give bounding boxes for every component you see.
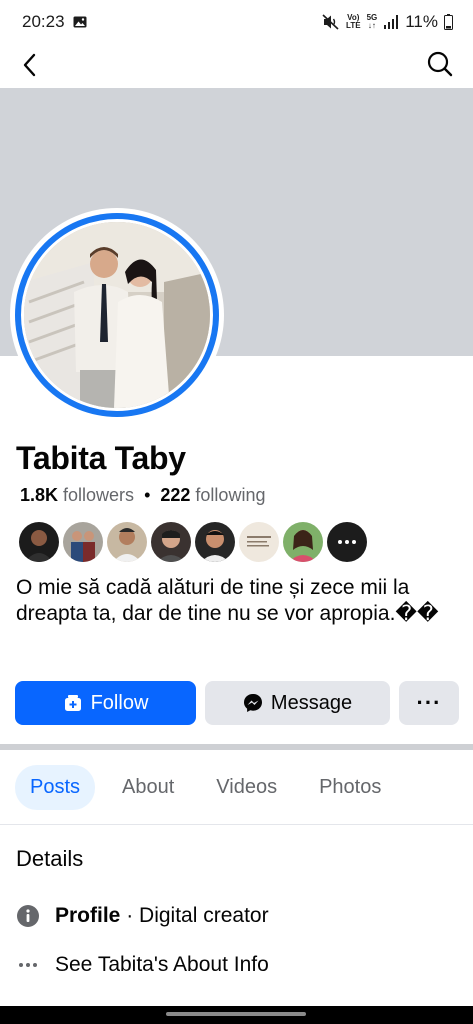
more-dots-icon bbox=[16, 953, 40, 977]
profile-sep: · bbox=[120, 904, 140, 927]
gallery-icon bbox=[73, 16, 87, 28]
status-time: 20:23 bbox=[22, 12, 65, 31]
search-icon bbox=[427, 51, 453, 77]
profile-category-row: Profile · Digital creator bbox=[16, 904, 269, 928]
profile-actions: Follow Message ··· bbox=[15, 681, 459, 725]
status-bar: 20:23 Vo) LTE 5G ↓↑ 11% bbox=[0, 0, 473, 44]
more-icon: ··· bbox=[416, 690, 442, 715]
follow-button[interactable]: Follow bbox=[15, 681, 196, 725]
details-heading: Details bbox=[16, 846, 84, 871]
section-divider bbox=[0, 744, 473, 750]
follower-avatar[interactable] bbox=[239, 522, 279, 562]
follower-avatar[interactable] bbox=[151, 522, 191, 562]
info-icon bbox=[16, 904, 40, 928]
profile-label: Profile bbox=[55, 904, 121, 927]
follower-avatar[interactable] bbox=[283, 522, 323, 562]
more-followers-button[interactable] bbox=[327, 522, 367, 562]
tab-photos[interactable]: Photos bbox=[304, 765, 396, 810]
back-button[interactable] bbox=[16, 50, 46, 80]
add-friend-icon bbox=[64, 695, 81, 711]
tab-videos[interactable]: Videos bbox=[201, 765, 292, 810]
following-link[interactable]: 222 following bbox=[160, 485, 265, 506]
volte-icon: Vo) LTE bbox=[346, 13, 361, 30]
profile-name: Tabita Taby bbox=[16, 440, 186, 476]
profile-photo bbox=[21, 219, 213, 411]
tab-posts[interactable]: Posts bbox=[15, 765, 96, 810]
signal-icon bbox=[384, 15, 399, 29]
battery-percent: 11% bbox=[405, 12, 438, 31]
follower-avatar[interactable] bbox=[195, 522, 235, 562]
profile-category: Digital creator bbox=[139, 904, 269, 927]
battery-icon bbox=[444, 14, 453, 30]
message-button[interactable]: Message bbox=[205, 681, 390, 725]
stats-separator: • bbox=[144, 485, 151, 505]
tab-about[interactable]: About bbox=[107, 765, 189, 810]
profile-bio: O mie să cadă alături de tine și zece mi… bbox=[16, 576, 439, 625]
followers-link[interactable]: 1.8K followers bbox=[20, 485, 134, 506]
more-options-button[interactable]: ··· bbox=[399, 681, 459, 725]
home-indicator[interactable] bbox=[0, 1006, 473, 1024]
network-icon: 5G ↓↑ bbox=[366, 13, 378, 30]
follower-avatar[interactable] bbox=[63, 522, 103, 562]
search-button[interactable] bbox=[425, 49, 455, 79]
chevron-left-icon bbox=[23, 53, 36, 77]
top-nav bbox=[0, 44, 473, 88]
follow-label: Follow bbox=[90, 691, 149, 714]
profile-stats: 1.8K followers • 222 following bbox=[20, 485, 265, 506]
see-about-info-link[interactable]: See Tabita's About Info bbox=[55, 953, 269, 977]
follower-avatar[interactable] bbox=[107, 522, 147, 562]
avatar[interactable] bbox=[10, 208, 224, 422]
message-label: Message bbox=[270, 691, 353, 714]
follower-avatars bbox=[19, 522, 367, 562]
profile-tabs: Posts About Videos Photos bbox=[15, 765, 408, 810]
mute-icon bbox=[322, 14, 339, 30]
see-about-info-row[interactable]: See Tabita's About Info bbox=[16, 953, 269, 977]
messenger-icon bbox=[243, 694, 262, 712]
follower-avatar[interactable] bbox=[19, 522, 59, 562]
tabs-divider bbox=[0, 824, 473, 825]
